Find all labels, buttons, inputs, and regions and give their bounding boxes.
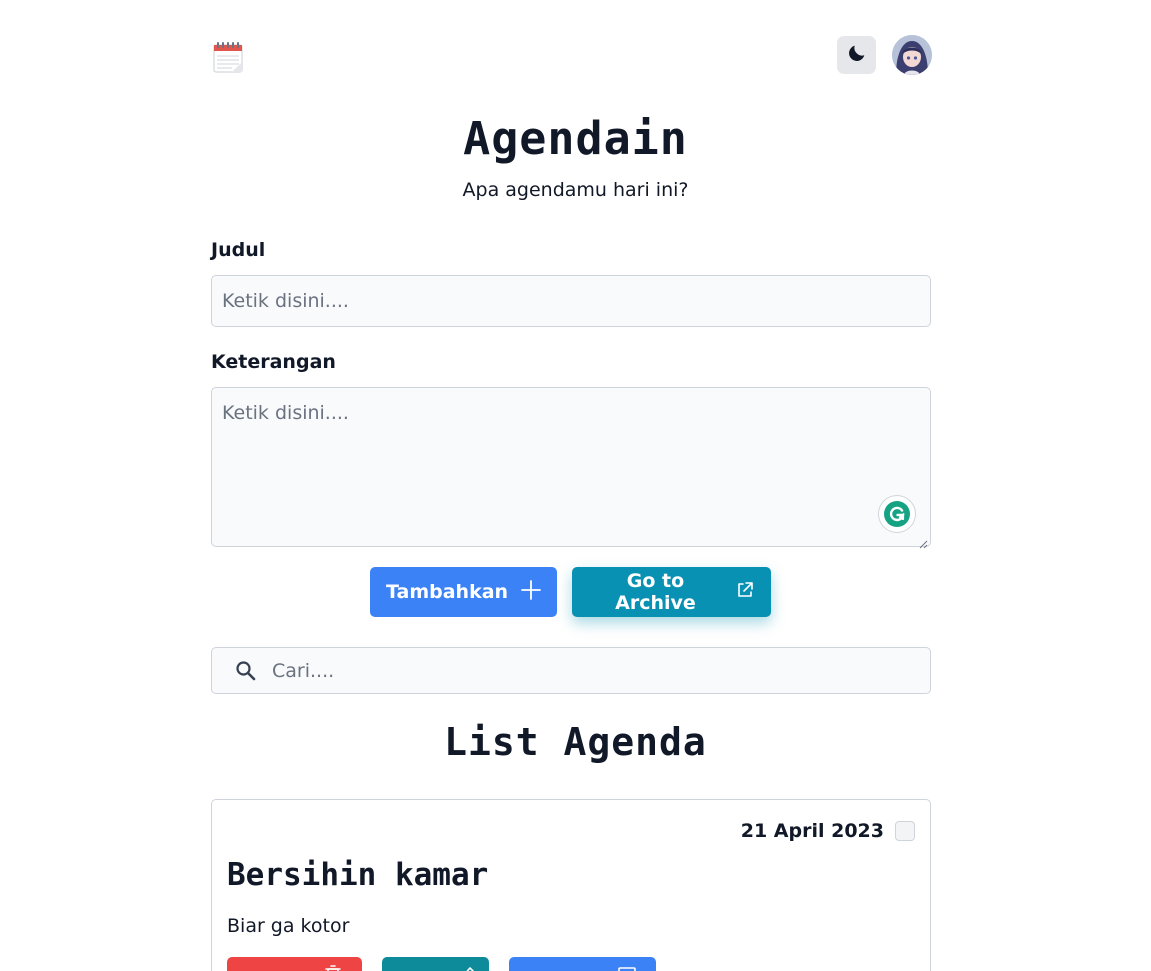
delete-agenda-button[interactable] <box>227 957 362 971</box>
list-title: List Agenda <box>444 720 707 764</box>
notepad-calendar-icon <box>212 40 244 74</box>
agenda-title: Bersihin kamar <box>227 857 489 893</box>
resize-handle-icon[interactable] <box>918 534 928 549</box>
description-label: Keterangan <box>211 351 336 373</box>
page: Agendain Apa agendamu hari ini? Judul Ke… <box>0 0 1151 971</box>
search-bar <box>211 647 931 694</box>
trash-icon <box>325 965 341 971</box>
search-input[interactable] <box>272 648 922 693</box>
search-icon <box>234 659 258 683</box>
title-input[interactable] <box>211 275 931 327</box>
moon-icon <box>846 42 868 68</box>
agenda-description: Biar ga kotor <box>227 915 350 937</box>
add-button-label: Tambahkan <box>386 581 509 603</box>
theme-toggle-button[interactable] <box>837 36 876 74</box>
go-to-archive-button[interactable]: Go to Archive <box>572 567 771 617</box>
description-textarea[interactable] <box>211 387 931 547</box>
external-link-icon <box>735 580 755 605</box>
archive-box-icon <box>618 967 636 971</box>
title-label: Judul <box>211 239 266 261</box>
grammarly-icon[interactable] <box>879 496 915 532</box>
page-subtitle: Apa agendamu hari ini? <box>462 179 689 201</box>
archive-agenda-button[interactable] <box>509 957 656 971</box>
agenda-card: 21 April 2023 Bersihin kamar Biar ga kot… <box>211 799 931 971</box>
page-title: Agendain <box>463 112 688 165</box>
agenda-date: 21 April 2023 <box>740 820 884 842</box>
agenda-done-checkbox[interactable] <box>895 821 915 841</box>
plus-icon <box>520 579 542 606</box>
pencil-icon <box>466 967 474 971</box>
avatar[interactable] <box>892 35 932 75</box>
edit-agenda-button[interactable] <box>382 957 489 971</box>
add-agenda-button[interactable]: Tambahkan <box>370 567 557 617</box>
archive-button-label: Go to Archive <box>615 570 696 614</box>
